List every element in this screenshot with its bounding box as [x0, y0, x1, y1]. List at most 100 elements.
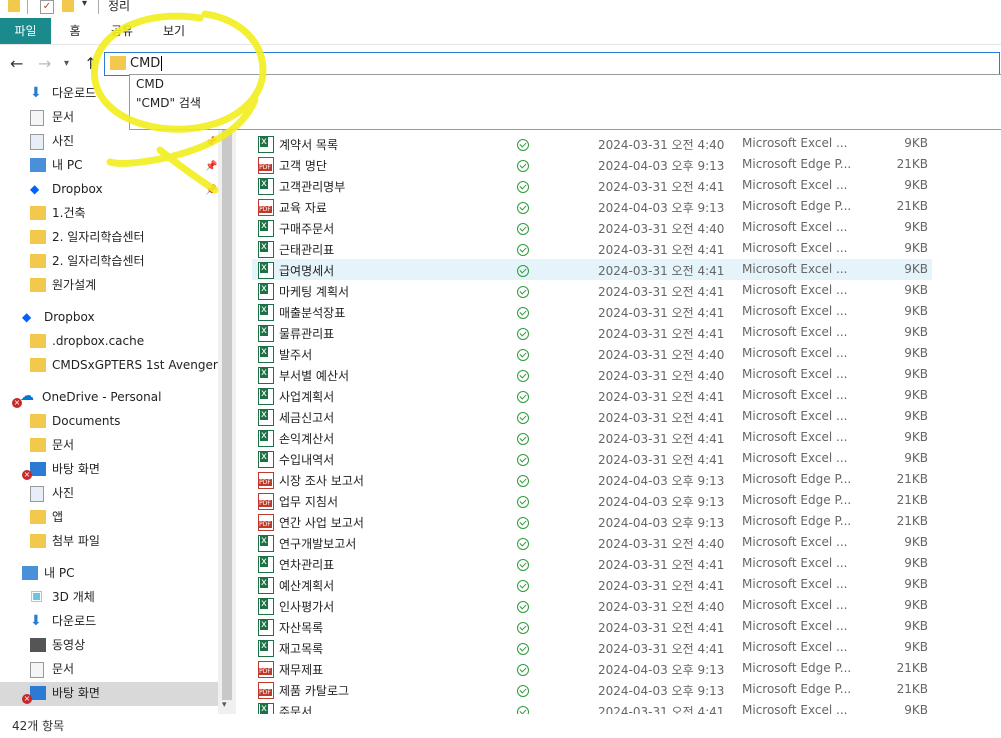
sidebar-item[interactable]: Documents [30, 410, 230, 434]
excel-file-icon [258, 178, 274, 195]
file-row[interactable]: 연구개발보고서 2024-03-31 오전 4:40 Microsoft Excel… [252, 532, 932, 553]
sidebar-item[interactable]: ☁ × OneDrive - Personal [12, 386, 220, 410]
folder-icon[interactable] [8, 0, 20, 12]
file-name: 구매주문서 [279, 222, 335, 236]
sidebar-item[interactable]: 동영상 [30, 634, 230, 658]
file-date: 2024-03-31 오전 4:41 [598, 390, 725, 404]
file-row[interactable]: 연간 사업 보고서 2024-04-03 오후 9:13 Microsoft Edg… [252, 511, 932, 532]
file-date: 2024-03-31 오전 4:40 [598, 348, 725, 362]
file-row[interactable]: 인사평가서 2024-03-31 오전 4:40 Microsoft Excel .… [252, 595, 932, 616]
synced-check-icon [517, 181, 529, 193]
file-row[interactable]: 업무 지침서 2024-04-03 오후 9:13 Microsoft Edge P… [252, 490, 932, 511]
suggestion-search-item[interactable]: "CMD" 검색 [136, 94, 201, 111]
pin-icon[interactable]: 📌 [205, 156, 217, 178]
file-row[interactable]: 근태관리표 2024-03-31 오전 4:41 Microsoft Excel .… [252, 238, 932, 259]
suggestion-item[interactable]: CMD [136, 77, 164, 91]
file-row[interactable]: 부서별 예산서 2024-03-31 오전 4:40 Microsoft Excel… [252, 364, 932, 385]
file-row[interactable]: 급여명세서 2024-03-31 오전 4:41 Microsoft Excel .… [252, 259, 932, 280]
sidebar-item[interactable]: 문서 [30, 434, 230, 458]
excel-file-icon [258, 388, 274, 405]
sidebar-item[interactable]: CMDSxGPTERS 1st Avengers [30, 354, 230, 378]
file-row[interactable]: 세금신고서 2024-03-31 오전 4:41 Microsoft Excel .… [252, 406, 932, 427]
file-name: 사업계획서 [279, 390, 335, 404]
sidebar-item[interactable]: × 바탕 화면 [22, 458, 230, 482]
file-type: Microsoft Excel ... [742, 346, 848, 360]
file-row[interactable]: 물류관리표 2024-03-31 오전 4:41 Microsoft Excel .… [252, 322, 932, 343]
sidebar-item[interactable]: ◆ Dropbox 📌 [30, 178, 230, 202]
file-type: Microsoft Edge P... [742, 157, 852, 171]
tab-share[interactable]: 공유 [102, 18, 142, 44]
file-row[interactable]: 예산계획서 2024-03-31 오전 4:41 Microsoft Excel .… [252, 574, 932, 595]
file-row[interactable]: 사업계획서 2024-03-31 오전 4:41 Microsoft Excel .… [252, 385, 932, 406]
sidebar-item[interactable]: ▣ 3D 개체 [30, 586, 230, 610]
customize-quick-access-icon[interactable]: ▾ [82, 0, 87, 12]
file-row[interactable]: 고객관리명부 2024-03-31 오전 4:41 Microsoft Excel … [252, 175, 932, 196]
synced-check-icon [517, 433, 529, 445]
synced-check-icon [517, 307, 529, 319]
file-row[interactable]: 시장 조사 보고서 2024-04-03 오후 9:13 Microsoft Edg… [252, 469, 932, 490]
sidebar-item[interactable]: 원가설계 [30, 274, 230, 298]
file-row[interactable]: 손익계산서 2024-03-31 오전 4:41 Microsoft Excel .… [252, 427, 932, 448]
synced-check-icon [517, 349, 529, 361]
sidebar-item[interactable]: 2. 일자리학습센터 [30, 226, 230, 250]
sidebar-item-label: 내 PC [44, 566, 75, 580]
file-row[interactable]: 제품 카탈로그 2024-04-03 오후 9:13 Microsoft Edge … [252, 679, 932, 700]
sidebar-item[interactable]: 내 PC 📌 [30, 154, 230, 178]
file-row[interactable]: 주문서 2024-03-31 오전 4:41 Microsoft Excel ...… [252, 700, 932, 714]
sidebar-item[interactable]: 내 PC [22, 562, 222, 586]
file-row[interactable]: 고객 명단 2024-04-03 오후 9:13 Microsoft Edge P.… [252, 154, 932, 175]
file-name: 급여명세서 [279, 264, 335, 278]
file-row[interactable]: 수입내역서 2024-03-31 오전 4:41 Microsoft Excel .… [252, 448, 932, 469]
tab-home[interactable]: 홈 [58, 18, 92, 44]
sidebar-item[interactable]: × 바탕 화면 [0, 682, 218, 706]
file-row[interactable]: 자산목록 2024-03-31 오전 4:41 Microsoft Excel ..… [252, 616, 932, 637]
file-date: 2024-03-31 오전 4:41 [598, 642, 725, 656]
sidebar-item[interactable]: 1.건축 [30, 202, 230, 226]
file-date: 2024-03-31 오전 4:41 [598, 411, 725, 425]
sidebar-item[interactable]: 첨부 파일 [30, 530, 230, 554]
back-arrow-icon[interactable]: ← [10, 54, 23, 73]
recent-locations-chevron-icon[interactable]: ▾ [64, 58, 69, 69]
new-folder-icon[interactable] [62, 0, 74, 12]
pin-icon[interactable]: 📌 [205, 180, 217, 202]
sidebar-item[interactable]: 문서 [30, 658, 230, 682]
excel-file-icon [258, 598, 274, 615]
sidebar-item[interactable]: ⬇ 다운로드 [30, 610, 230, 634]
up-arrow-icon[interactable]: ↑ [84, 54, 97, 73]
sidebar-item[interactable]: 앱 [30, 506, 230, 530]
address-bar[interactable]: CMD [104, 52, 1000, 76]
scroll-down-chevron-icon[interactable]: ▾ [222, 700, 227, 710]
address-input[interactable]: CMD [130, 56, 160, 71]
file-row[interactable]: 마케팅 계획서 2024-03-31 오전 4:41 Microsoft Excel… [252, 280, 932, 301]
file-row[interactable]: 연차관리표 2024-03-31 오전 4:41 Microsoft Excel .… [252, 553, 932, 574]
sidebar-scrollbar-thumb[interactable] [222, 90, 232, 700]
sidebar-item[interactable]: 2. 일자리학습센터 [30, 250, 230, 274]
file-size: 9KB [904, 640, 928, 654]
synced-check-icon [517, 664, 529, 676]
sidebar-item[interactable]: ◆ Dropbox [22, 306, 222, 330]
sidebar-item-label: Dropbox [52, 182, 103, 196]
sidebar-item-label: 다운로드 [52, 614, 97, 628]
file-row[interactable]: 구매주문서 2024-03-31 오전 4:40 Microsoft Excel .… [252, 217, 932, 238]
forward-arrow-icon[interactable]: → [38, 54, 51, 73]
sidebar-item[interactable]: 사진 [30, 482, 230, 506]
sidebar-item[interactable]: 사진 📌 [30, 130, 230, 154]
file-type: Microsoft Edge P... [742, 493, 852, 507]
synced-check-icon [517, 580, 529, 592]
file-row[interactable]: 매출분석장표 2024-03-31 오전 4:41 Microsoft Excel … [252, 301, 932, 322]
file-row[interactable]: 재고목록 2024-03-31 오전 4:41 Microsoft Excel ..… [252, 637, 932, 658]
file-row[interactable]: 교육 자료 2024-04-03 오후 9:13 Microsoft Edge P.… [252, 196, 932, 217]
tab-file[interactable]: 파일 [0, 18, 51, 44]
file-row[interactable]: 재무제표 2024-04-03 오후 9:13 Microsoft Edge P..… [252, 658, 932, 679]
properties-icon[interactable]: ✓ [40, 0, 54, 14]
sidebar-item[interactable]: .dropbox.cache [30, 330, 230, 354]
pin-icon[interactable]: 📌 [205, 132, 217, 154]
file-name: 재무제표 [279, 663, 324, 677]
file-date: 2024-03-31 오전 4:40 [598, 138, 725, 152]
tab-view[interactable]: 보기 [154, 18, 194, 44]
pdf-file-icon [258, 157, 274, 174]
file-type: Microsoft Excel ... [742, 451, 848, 465]
file-row[interactable]: 발주서 2024-03-31 오전 4:40 Microsoft Excel ...… [252, 343, 932, 364]
sidebar-item-label: 동영상 [52, 638, 86, 652]
file-row[interactable]: 계약서 목록 2024-03-31 오전 4:40 Microsoft Excel … [252, 133, 932, 154]
